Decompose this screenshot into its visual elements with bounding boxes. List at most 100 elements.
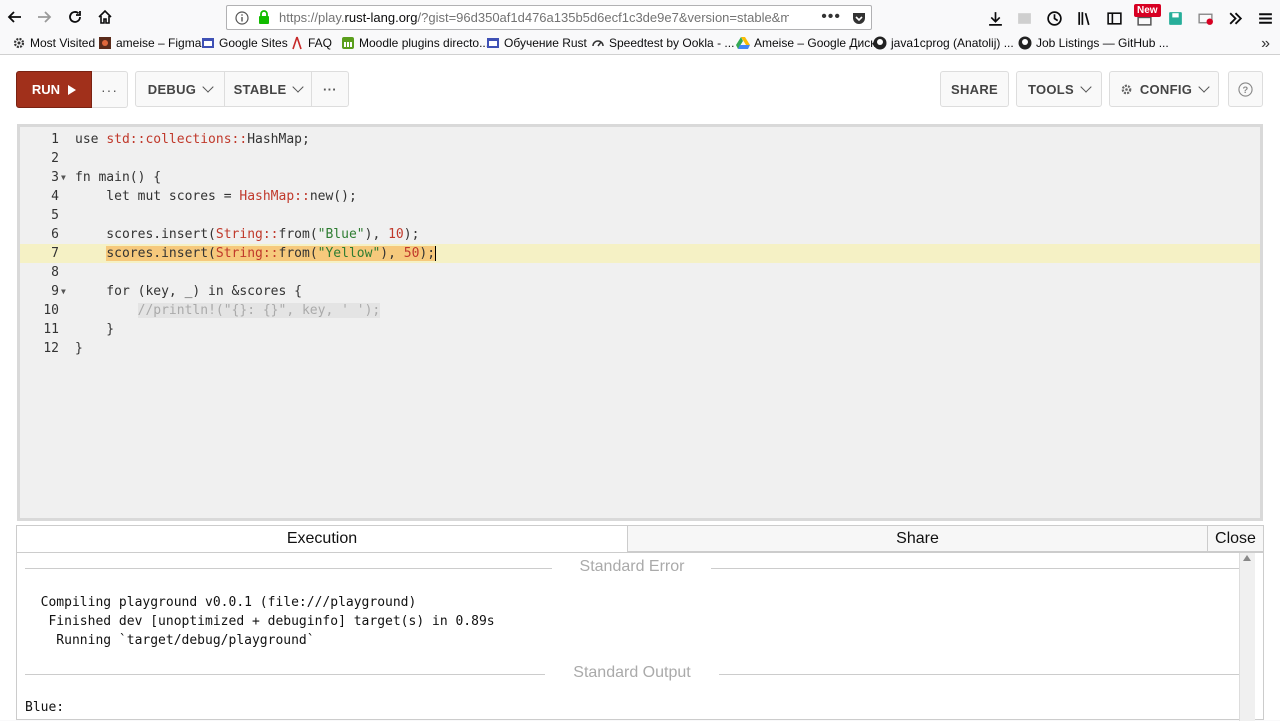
advanced-options-button[interactable]: ··· bbox=[311, 71, 349, 107]
code-line: 9 ▼ for (key, _) in &scores { bbox=[20, 282, 1260, 301]
chevron-down-icon bbox=[1080, 81, 1092, 93]
output-scrollbar[interactable] bbox=[1239, 553, 1255, 721]
history-icon[interactable] bbox=[1045, 9, 1063, 27]
stderr-text: Compiling playground v0.0.1 (file:///pla… bbox=[40, 595, 495, 648]
tools-label: TOOLS bbox=[1027, 81, 1075, 97]
page-actions-icon[interactable]: ••• bbox=[821, 8, 841, 26]
svg-text:?: ? bbox=[1243, 84, 1249, 94]
bookmark-github-jobs[interactable]: Job Listings — GitHub ... bbox=[1018, 36, 1169, 50]
bookmark-most-visited[interactable]: Most Visited bbox=[12, 36, 95, 50]
line-number: 5 bbox=[51, 208, 59, 223]
line-number: 8 bbox=[51, 265, 59, 280]
overflow-chevron-icon[interactable] bbox=[1226, 9, 1244, 27]
code-text: for (key, _) in &scores { bbox=[75, 284, 302, 299]
bookmark-rust-learning[interactable]: Обучение Rust bbox=[486, 36, 587, 50]
bookmark-google-drive[interactable]: Ameise – Google Диск bbox=[736, 36, 875, 50]
tab-execution[interactable]: Execution bbox=[17, 526, 627, 552]
back-icon[interactable] bbox=[3, 5, 27, 29]
playground-page: RUN ··· DEBUG STABLE ··· SHARE TOOLS CON… bbox=[0, 55, 1280, 721]
run-more-button[interactable]: ··· bbox=[92, 71, 128, 108]
close-button[interactable]: Close bbox=[1207, 526, 1263, 552]
code-line: 5 bbox=[20, 206, 1260, 225]
mode-dropdown[interactable]: DEBUG bbox=[135, 71, 225, 107]
bookmarks-overflow-icon[interactable]: » bbox=[1261, 35, 1270, 53]
download-icon[interactable] bbox=[986, 9, 1004, 27]
mail-icon[interactable] bbox=[1196, 9, 1214, 27]
tab-share[interactable]: Share bbox=[627, 526, 1207, 552]
extension-icon[interactable] bbox=[1015, 9, 1033, 27]
code-editor[interactable]: 1 use std::collections::HashMap; 2 3 ▼ fn m… bbox=[17, 124, 1263, 521]
bookmark-moodle[interactable]: Moodle plugins directo... bbox=[341, 36, 489, 50]
channel-dropdown[interactable]: STABLE bbox=[224, 71, 312, 107]
bookmark-figma[interactable]: ameise – Figma bbox=[98, 36, 201, 50]
code-line: 10 //println!("{}: {}", key, ' '); bbox=[20, 301, 1260, 320]
text-cursor bbox=[435, 246, 437, 261]
library-icon[interactable] bbox=[1075, 9, 1093, 27]
chevron-down-icon bbox=[1198, 81, 1210, 93]
config-dropdown[interactable]: CONFIG bbox=[1109, 71, 1219, 107]
line-number: 9 bbox=[51, 284, 59, 299]
url-text[interactable]: https://play.rust-lang.org/?gist=96d350a… bbox=[279, 10, 789, 25]
github-icon bbox=[1018, 36, 1032, 50]
info-icon[interactable] bbox=[235, 11, 249, 25]
tools-dropdown[interactable]: TOOLS bbox=[1016, 71, 1102, 107]
code-line-active: 7 scores.insert(String::from("Yellow"), … bbox=[20, 244, 1260, 263]
stdout-header: Standard Output bbox=[25, 664, 1239, 684]
code-line: 2 bbox=[20, 149, 1260, 168]
fold-arrow-icon[interactable]: ▼ bbox=[61, 282, 66, 301]
home-icon[interactable] bbox=[93, 5, 117, 29]
reload-icon[interactable] bbox=[63, 5, 87, 29]
lock-icon[interactable] bbox=[257, 10, 271, 25]
gear-icon bbox=[13, 37, 25, 49]
run-button[interactable]: RUN bbox=[16, 71, 92, 108]
play-icon bbox=[68, 84, 77, 95]
line-number: 12 bbox=[43, 341, 59, 356]
gear-icon bbox=[1121, 84, 1132, 94]
code-line: 12} bbox=[20, 339, 1260, 358]
mode-label: DEBUG bbox=[147, 81, 197, 97]
line-number: 11 bbox=[43, 322, 59, 337]
bookmark-speedtest[interactable]: Speedtest by Ookla - ... bbox=[591, 36, 734, 50]
sidebar-icon[interactable] bbox=[1105, 9, 1123, 27]
code-text: use std::collections::HashMap; bbox=[75, 132, 310, 147]
bookmarks-bar: Most Visited ameise – Figma Google Sites… bbox=[0, 34, 1280, 55]
code-line: 3 ▼ fn main() { bbox=[20, 168, 1260, 187]
bookmark-google-sites[interactable]: Google Sites bbox=[201, 36, 288, 50]
help-button[interactable]: ? bbox=[1228, 71, 1263, 107]
share-button[interactable]: SHARE bbox=[940, 71, 1009, 107]
line-number: 3 bbox=[51, 170, 59, 185]
config-label: CONFIG bbox=[1139, 81, 1193, 97]
code-text: } bbox=[75, 322, 115, 337]
pocket-icon[interactable] bbox=[851, 10, 867, 26]
drive-icon bbox=[736, 37, 750, 49]
line-number: 10 bbox=[43, 303, 59, 318]
stdout-label: Standard Output bbox=[573, 664, 691, 681]
code-text: //println!("{}: {}", key, ' '); bbox=[137, 303, 381, 318]
speedtest-icon bbox=[592, 40, 604, 47]
scroll-up-icon[interactable] bbox=[1243, 555, 1251, 561]
code-line: 6 scores.insert(String::from("Blue"), 10… bbox=[20, 225, 1260, 244]
bookmark-faq[interactable]: FAQ bbox=[290, 36, 332, 50]
faq-icon bbox=[292, 36, 302, 50]
run-label: RUN bbox=[31, 82, 61, 97]
new-badge: New bbox=[1134, 4, 1161, 17]
execution-output: Standard Error Compiling playground v0.0… bbox=[25, 553, 1247, 719]
stderr-header: Standard Error bbox=[25, 558, 1239, 578]
forward-icon[interactable] bbox=[32, 5, 56, 29]
chevron-down-icon bbox=[202, 81, 214, 93]
output-tabs: Execution Share Close bbox=[17, 526, 1263, 553]
moodle-icon bbox=[342, 37, 354, 49]
url-bar[interactable]: https://play.rust-lang.org/?gist=96d350a… bbox=[226, 5, 872, 30]
fold-arrow-icon[interactable]: ▼ bbox=[61, 168, 66, 187]
line-number: 6 bbox=[51, 227, 59, 242]
code-text: fn main() { bbox=[75, 170, 162, 185]
line-number: 4 bbox=[51, 189, 59, 204]
chevron-down-icon bbox=[292, 81, 305, 93]
save-icon[interactable] bbox=[1166, 9, 1184, 27]
bookmark-github-profile[interactable]: java1cprog (Anatolij) ... bbox=[873, 36, 1014, 50]
line-number: 1 bbox=[51, 132, 59, 147]
code-line: 4 let mut scores = HashMap::new(); bbox=[20, 187, 1260, 206]
menu-icon[interactable] bbox=[1256, 9, 1274, 27]
sites-icon bbox=[487, 38, 499, 48]
code-text: scores.insert(String::from("Yellow"), 50… bbox=[106, 246, 437, 261]
